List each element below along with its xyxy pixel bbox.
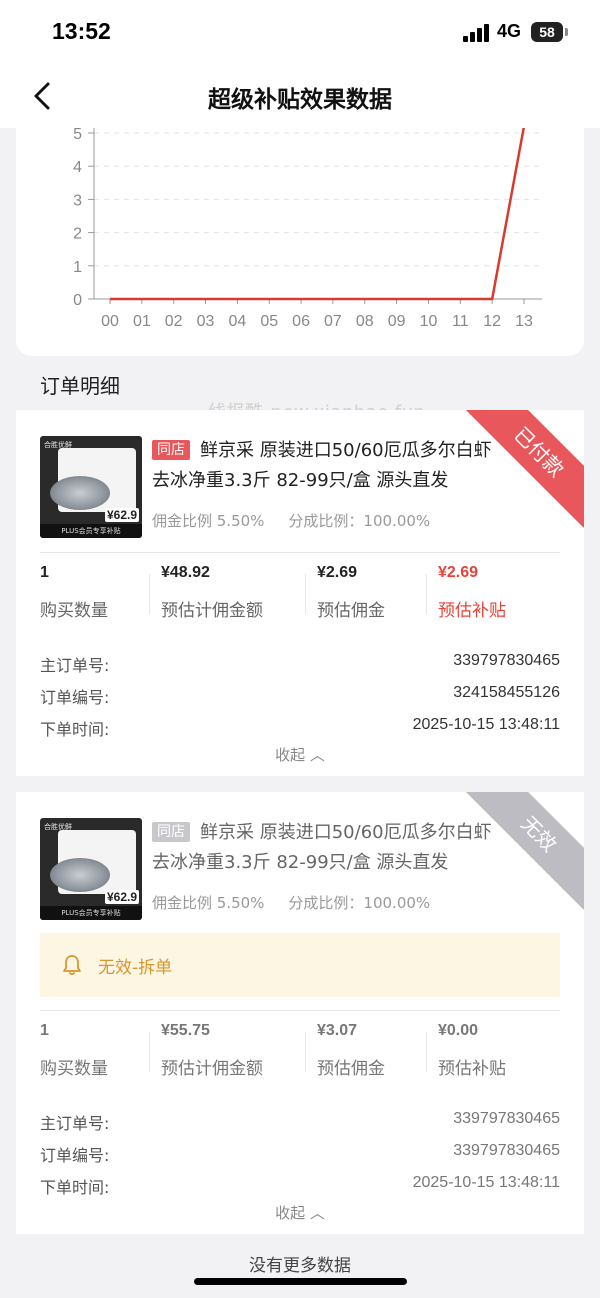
divider (40, 1010, 560, 1011)
page-title: 超级补贴效果数据 (208, 87, 392, 113)
thumb-banner: PLUS会员专享补贴 (40, 524, 142, 538)
line-chart: 01234500 01 02 03 04 05 06 07 08 09 10 11 12 13 (73, 128, 542, 330)
product-title-text: 鲜京采 原装进口50/60厄瓜多尔白虾 去冰净重3.3斤 82-99只/盒 源头… (152, 440, 492, 491)
invalid-notice: 无效-拆单 (40, 933, 560, 997)
order-number-row: 订单编号: 339797830465 (40, 1142, 560, 1165)
x-tick-label: 10 (420, 313, 438, 330)
x-tick-label: 07 (324, 313, 342, 330)
y-tick-label: 3 (73, 192, 82, 209)
y-tick-label: 0 (73, 292, 82, 309)
stat-commission-base: ¥55.75 预估计佣金额 (161, 1022, 263, 1079)
stat-quantity: 1 购买数量 (40, 564, 108, 621)
battery-icon: 58 (531, 22, 563, 42)
thumb-price: ¥62.9 (104, 890, 139, 904)
signal-icon (463, 24, 491, 42)
network-type: 4G (497, 21, 522, 41)
x-tick-label: 00 (101, 313, 119, 330)
stat-quantity: 1 购买数量 (40, 1022, 108, 1079)
x-tick-label: 04 (228, 313, 246, 330)
x-tick-label: 08 (356, 313, 374, 330)
battery-tip (565, 28, 568, 36)
stat-separator (149, 1032, 150, 1072)
x-tick-label: 12 (483, 313, 501, 330)
thumb-brand: 合胜优鲜 (44, 441, 72, 449)
main-order-row: 主订单号: 339797830465 (40, 1110, 560, 1133)
no-more-data: 没有更多数据 (249, 1256, 351, 1276)
share-rate: 分成比例：100.00% (288, 512, 431, 530)
y-tick-label: 4 (73, 159, 82, 176)
stat-separator (149, 574, 150, 614)
product-title-text: 鲜京采 原装进口50/60厄瓜多尔白虾 去冰净重3.3斤 82-99只/盒 源头… (152, 822, 492, 873)
ratios: 佣金比例 5.50% 分成比例：100.00% (152, 510, 430, 531)
stat-separator (305, 1032, 306, 1072)
product-title[interactable]: 同店 鲜京采 原装进口50/60厄瓜多尔白虾 去冰净重3.3斤 82-99只/盒 … (152, 818, 512, 878)
nav-bar: 超级补贴效果数据 (0, 66, 600, 128)
x-tick-label: 01 (133, 313, 151, 330)
commission-rate: 佣金比例 5.50% (152, 894, 265, 912)
collapse-button[interactable]: 收起 ︿ (16, 1202, 584, 1223)
product-thumbnail[interactable]: 合胜优鲜 ¥62.9 PLUS会员专享补贴 (40, 818, 142, 920)
order-time-row: 下单时间: 2025-10-15 13:48:11 (40, 1174, 560, 1197)
same-store-tag: 同店 (152, 440, 190, 460)
status-bar: 13:52 4G 58 (0, 0, 600, 66)
order-time-row: 下单时间: 2025-10-15 13:48:11 (40, 716, 560, 739)
collapse-button[interactable]: 收起 ︿ (16, 744, 584, 765)
divider (40, 552, 560, 553)
x-tick-label: 13 (515, 313, 533, 330)
stat-subsidy: ¥2.69 预估补贴 (438, 564, 506, 621)
y-tick-label: 2 (73, 226, 82, 243)
y-tick-label: 1 (73, 259, 82, 276)
commission-rate: 佣金比例 5.50% (152, 512, 265, 530)
stat-commission: ¥2.69 预估佣金 (317, 564, 385, 621)
bell-icon (63, 955, 81, 976)
y-tick-label: 5 (73, 128, 82, 143)
order-card: 无效 合胜优鲜 ¥62.9 PLUS会员专享补贴 同店 鲜京采 原装进口50/60… (16, 792, 584, 1234)
order-card: 已付款 合胜优鲜 ¥62.9 PLUS会员专享补贴 同店 鲜京采 原装进口50/6… (16, 410, 584, 776)
stat-separator (426, 1032, 427, 1072)
x-tick-label: 06 (292, 313, 310, 330)
order-number-row: 订单编号: 324158455126 (40, 684, 560, 707)
stat-commission-base: ¥48.92 预估计佣金额 (161, 564, 263, 621)
stat-separator (305, 574, 306, 614)
same-store-tag: 同店 (152, 822, 190, 842)
x-tick-label: 02 (165, 313, 183, 330)
x-tick-label: 11 (452, 313, 469, 330)
x-tick-label: 09 (388, 313, 406, 330)
status-time: 13:52 (52, 18, 111, 44)
series-line (110, 128, 525, 301)
thumb-brand: 合胜优鲜 (44, 823, 72, 831)
ratios: 佣金比例 5.50% 分成比例：100.00% (152, 892, 430, 913)
x-tick-label: 05 (260, 313, 278, 330)
chart-card: 0 1 2 3 4 5 00 01 02 03 04 05 06 07 08 09 10 11 12 13 (16, 128, 584, 356)
notice-text: 无效-拆单 (98, 958, 173, 978)
thumb-price: ¥62.9 (104, 508, 139, 522)
product-title[interactable]: 同店 鲜京采 原装进口50/60厄瓜多尔白虾 去冰净重3.3斤 82-99只/盒 … (152, 436, 512, 496)
thumb-banner: PLUS会员专享补贴 (40, 906, 142, 920)
share-rate: 分成比例：100.00% (288, 894, 431, 912)
stat-commission: ¥3.07 预估佣金 (317, 1022, 385, 1079)
stat-separator (426, 574, 427, 614)
x-tick-label: 03 (197, 313, 215, 330)
main-order-row: 主订单号: 339797830465 (40, 652, 560, 675)
section-title: 订单明细 (40, 374, 120, 398)
home-indicator (194, 1278, 407, 1285)
product-thumbnail[interactable]: 合胜优鲜 ¥62.9 PLUS会员专享补贴 (40, 436, 142, 538)
stat-subsidy: ¥0.00 预估补贴 (438, 1022, 506, 1079)
